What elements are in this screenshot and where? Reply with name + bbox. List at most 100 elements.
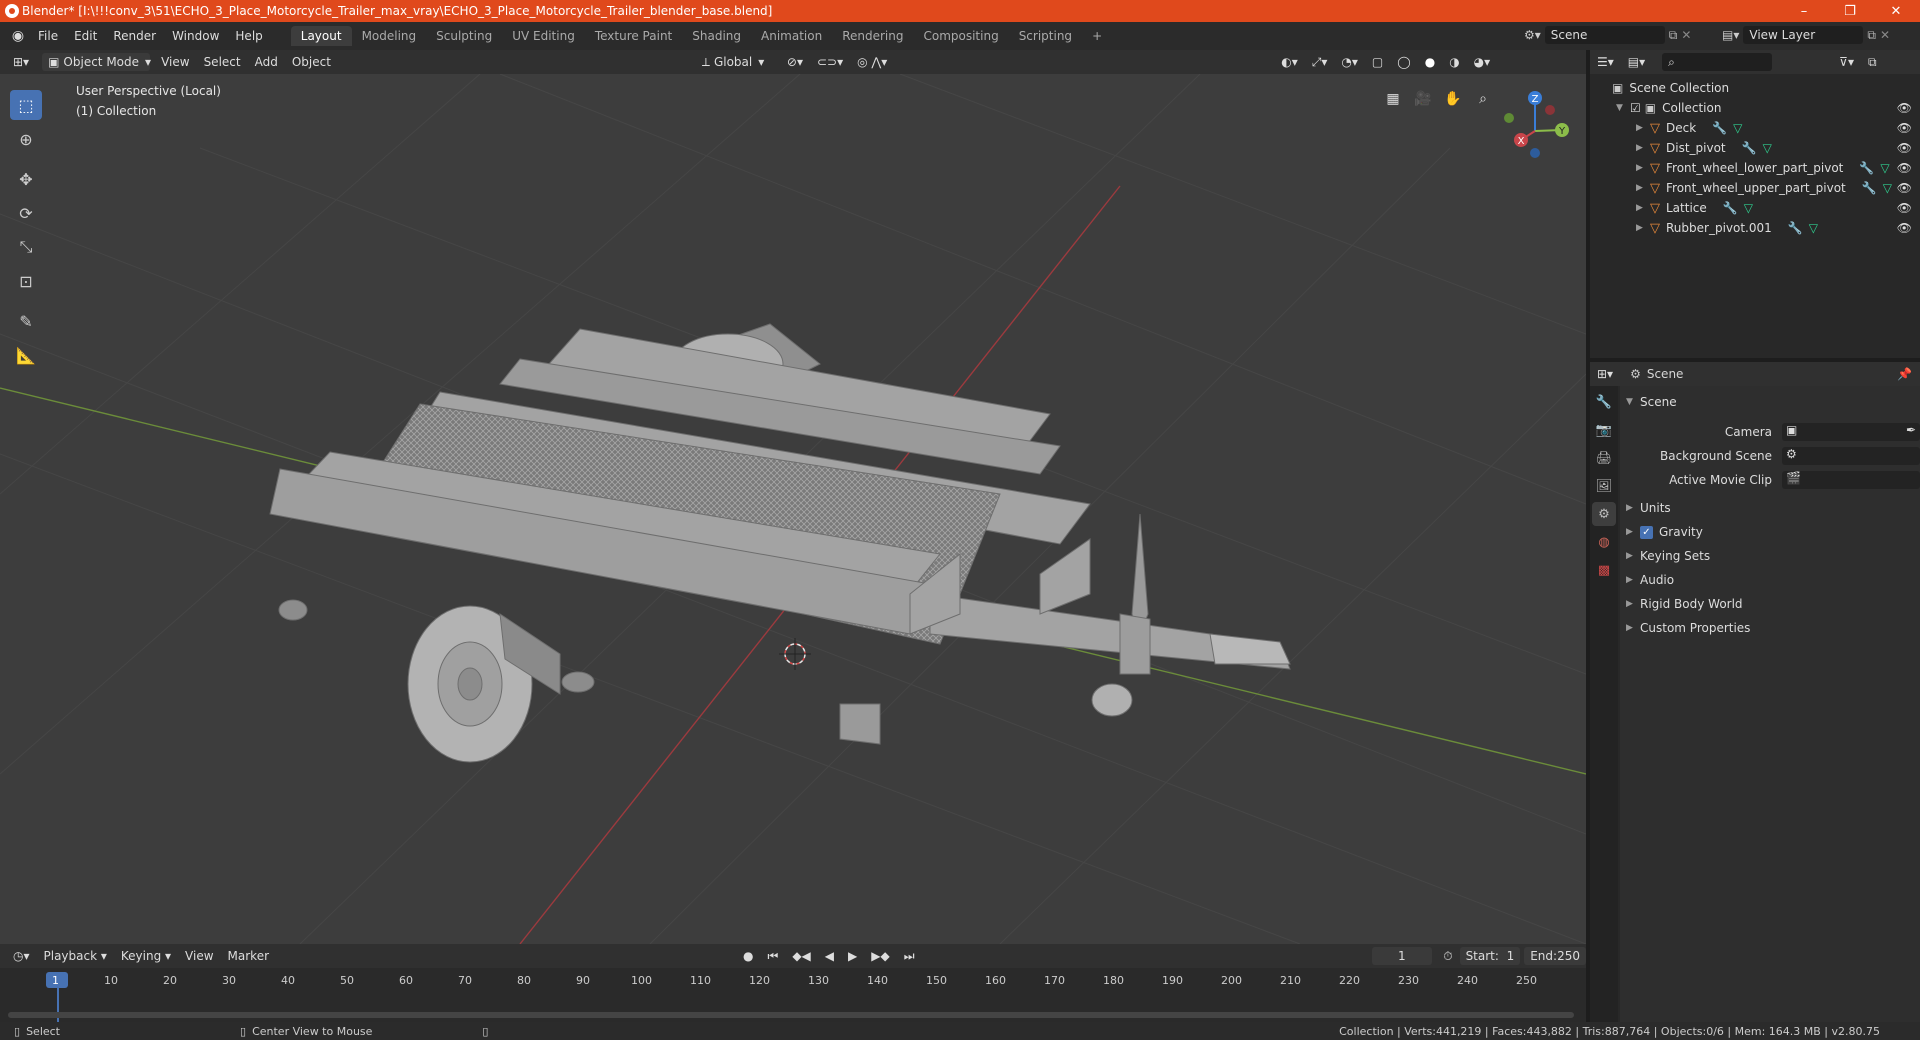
snap-icon[interactable]: ⊂⊃▾ [810,53,850,71]
solid-shading-icon[interactable]: ● [1418,53,1442,71]
scene-selector[interactable]: ⚙▾ Scene ⧉ ✕ [1524,26,1691,44]
timeline-menu-keying[interactable]: Keying ▾ [114,947,178,965]
toggle-grid-icon[interactable]: ▦ [1380,86,1406,112]
world-tab-icon[interactable]: ◍ [1592,530,1616,554]
tab-animation[interactable]: Animation [751,26,832,46]
background-scene-field[interactable]: ⚙ [1782,447,1920,465]
add-workspace-button[interactable]: + [1082,26,1112,46]
menu-window[interactable]: Window [164,29,227,43]
gravity-checkbox[interactable]: ✓ [1640,525,1653,539]
scale-tool-icon[interactable]: ⤡ [10,232,42,262]
render-tab-icon[interactable]: 📷 [1592,418,1616,442]
modifier-icon[interactable]: 🔧 [1723,201,1738,215]
xray-icon[interactable]: ▢ [1365,53,1390,71]
measure-tool-icon[interactable]: 📐 [10,340,42,370]
tab-sculpting[interactable]: Sculpting [426,26,502,46]
expand-arrow-icon[interactable]: ▼ [1616,103,1630,113]
outliner-editor-icon[interactable]: ☰▾ [1590,53,1621,71]
timeline-menu-playback[interactable]: Playback ▾ [37,947,114,965]
tab-modeling[interactable]: Modeling [352,26,427,46]
pivot-point-icon[interactable]: ⊘▾ [780,53,810,71]
3d-viewport[interactable] [0,74,1586,944]
properties-editor-icon[interactable]: ⊞▾ [1590,365,1620,383]
tab-uv-editing[interactable]: UV Editing [502,26,585,46]
outliner-object-row[interactable]: ▶ ▽ Front_wheel_lower_part_pivot 🔧 ▽ 👁 [1590,158,1920,178]
mesh-data-icon[interactable]: ▽ [1744,201,1753,215]
tab-shading[interactable]: Shading [682,26,751,46]
eye-icon[interactable]: 👁 [1897,101,1912,115]
gravity-panel[interactable]: ▶ ✓ Gravity [1620,520,1920,544]
transform-orientation-dropdown[interactable]: ⟂ Global ▾ [695,53,774,71]
menu-file[interactable]: File [30,29,66,43]
current-frame-field[interactable]: 1 [1371,947,1433,965]
jump-start-icon[interactable]: ⏮ [761,947,786,965]
expand-arrow-icon[interactable]: ▶ [1636,183,1650,193]
eyedropper-icon[interactable]: ✒ [1906,423,1916,437]
prev-keyframe-icon[interactable]: ◆◀ [785,947,817,965]
remove-view-layer-icon[interactable]: ✕ [1880,28,1890,42]
units-panel[interactable]: ▶ Units [1620,496,1920,520]
eye-icon[interactable]: 👁 [1897,121,1912,135]
outliner-collection[interactable]: ▼ ☑ ▣ Collection 👁 [1590,98,1920,118]
timeline-menu-view[interactable]: View [178,947,220,965]
expand-arrow-icon[interactable]: ▶ [1636,123,1650,133]
eye-icon[interactable]: 👁 [1897,221,1912,235]
stopwatch-icon[interactable]: ⏱ [1436,947,1459,965]
move-tool-icon[interactable]: ✥ [10,164,42,194]
zoom-view-icon[interactable]: ⌕ [1470,86,1496,112]
next-keyframe-icon[interactable]: ▶◆ [864,947,896,965]
outliner-object-row[interactable]: ▶ ▽ Front_wheel_upper_part_pivot 🔧 ▽ 👁 [1590,178,1920,198]
menu-render[interactable]: Render [105,29,164,43]
mode-dropdown[interactable]: ▣ Object Mode ▾ [42,53,151,71]
timeline-editor-icon[interactable]: ◷▾ [6,947,37,965]
outliner-search-input[interactable]: ⌕ [1662,53,1773,71]
tab-texture-paint[interactable]: Texture Paint [585,26,682,46]
visibility-icon[interactable]: ◐▾ [1274,53,1305,71]
maximize-button[interactable]: ❐ [1828,0,1872,22]
close-button[interactable]: ✕ [1874,0,1918,22]
tab-compositing[interactable]: Compositing [913,26,1008,46]
gizmo-toggle-icon[interactable]: ⤢▾ [1305,53,1335,71]
mesh-data-icon[interactable]: ▽ [1733,121,1742,135]
rigid-body-world-panel[interactable]: ▶ Rigid Body World [1620,592,1920,616]
timeline-scrollbar[interactable] [8,1012,1574,1018]
camera-field[interactable]: ▣ ✒ [1782,423,1920,441]
view-layer-tab-icon[interactable]: 🖼 [1592,474,1616,498]
audio-panel[interactable]: ▶ Audio [1620,568,1920,592]
outliner-scene-collection[interactable]: ▣ Scene Collection [1590,78,1920,98]
timeline-menu-marker[interactable]: Marker [221,947,276,965]
start-frame-field[interactable]: Start: 1 [1459,947,1521,965]
menu-help[interactable]: Help [227,29,270,43]
expand-arrow-icon[interactable]: ▶ [1636,223,1650,233]
jump-end-icon[interactable]: ⏭ [897,947,922,965]
filter-icon[interactable]: ⊽▾ [1832,53,1861,71]
minimize-button[interactable]: – [1782,0,1826,22]
viewport-menu-object[interactable]: Object [285,53,338,71]
viewport-menu-add[interactable]: Add [248,53,285,71]
viewport-menu-select[interactable]: Select [197,53,248,71]
outliner-object-row[interactable]: ▶ ▽ Deck 🔧 ▽ 👁 [1590,118,1920,138]
play-icon[interactable]: ▶ [841,947,864,965]
custom-properties-panel[interactable]: ▶ Custom Properties [1620,616,1920,640]
tool-tab-icon[interactable]: 🔧 [1592,390,1616,414]
scene-panel-header[interactable]: ▼ Scene [1620,390,1920,414]
material-shading-icon[interactable]: ◑ [1442,53,1466,71]
view-layer-selector[interactable]: ▤▾ View Layer ⧉ ✕ [1722,26,1890,44]
new-view-layer-icon[interactable]: ⧉ [1867,28,1876,43]
new-collection-icon[interactable]: ⧉ [1861,53,1884,71]
end-frame-field[interactable]: End: 250 [1524,947,1586,965]
transform-tool-icon[interactable]: ⊡ [10,266,42,296]
checkbox-icon[interactable]: ☑ [1630,101,1641,115]
movie-clip-field[interactable]: 🎬 [1782,471,1920,489]
cursor-tool-icon[interactable]: ⊕ [10,124,42,154]
overlays-icon[interactable]: ◔▾ [1334,53,1365,71]
select-box-tool-icon[interactable]: ⬚ [10,90,42,120]
modifier-icon[interactable]: 🔧 [1859,161,1874,175]
scene-name-field[interactable]: Scene [1544,26,1665,44]
tab-rendering[interactable]: Rendering [832,26,913,46]
viewport-menu-view[interactable]: View [154,53,196,71]
blender-menu-icon[interactable]: ◉ [6,27,30,45]
eye-icon[interactable]: 👁 [1897,161,1912,175]
menu-edit[interactable]: Edit [66,29,105,43]
rotate-tool-icon[interactable]: ⟳ [10,198,42,228]
